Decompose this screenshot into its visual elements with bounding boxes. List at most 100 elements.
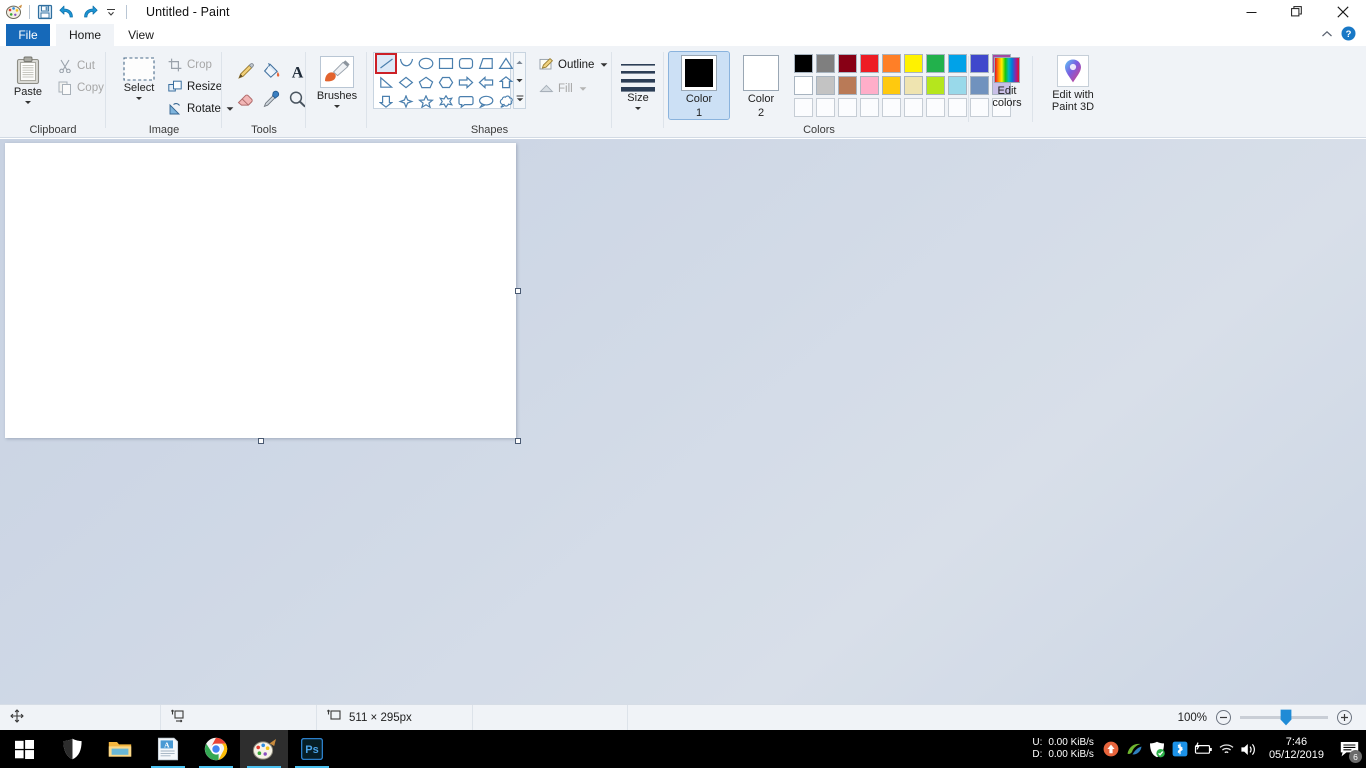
- size-button[interactable]: Size: [617, 56, 659, 110]
- shape-oval-callout[interactable]: [476, 92, 496, 111]
- color-swatch-r2-c5[interactable]: [882, 76, 901, 95]
- uploader-tray-icon[interactable]: [1100, 730, 1123, 768]
- undo-icon[interactable]: [57, 2, 77, 22]
- shape-hexagon[interactable]: [436, 73, 456, 92]
- bluetooth-tray-icon[interactable]: [1169, 730, 1192, 768]
- paste-dropdown-caret-icon[interactable]: [25, 101, 31, 104]
- color-swatch-r2-c6[interactable]: [904, 76, 923, 95]
- color-swatch-r1-c4[interactable]: [860, 54, 879, 73]
- collapse-ribbon-icon[interactable]: [1321, 28, 1333, 42]
- paint-button[interactable]: [240, 730, 288, 768]
- start-button[interactable]: [0, 730, 48, 768]
- outline-button[interactable]: Outline: [535, 54, 608, 75]
- close-button[interactable]: [1320, 0, 1366, 24]
- size-dropdown-caret-icon[interactable]: [635, 107, 641, 110]
- zoom-slider-track[interactable]: [1240, 709, 1328, 726]
- zoom-out-button[interactable]: [1216, 710, 1231, 725]
- paint-canvas[interactable]: [5, 143, 516, 438]
- battery-tray-icon[interactable]: [1192, 730, 1215, 768]
- color-swatch-r3-c6[interactable]: [904, 98, 923, 117]
- edit-with-paint3d-button[interactable]: Edit with Paint 3D: [1039, 51, 1107, 113]
- help-icon[interactable]: ?: [1341, 26, 1356, 44]
- brushes-button[interactable]: Brushes: [312, 52, 362, 108]
- zoom-slider-thumb[interactable]: [1280, 709, 1292, 726]
- color-swatch-r3-c2[interactable]: [816, 98, 835, 117]
- brushes-dropdown-caret-icon[interactable]: [334, 105, 340, 108]
- paste-button[interactable]: Paste: [8, 52, 48, 104]
- shape-right-arrow[interactable]: [456, 73, 476, 92]
- color-swatch-r2-c2[interactable]: [816, 76, 835, 95]
- pencil-tool-icon[interactable]: [232, 58, 258, 84]
- color-swatch-r1-c6[interactable]: [904, 54, 923, 73]
- maximize-restore-button[interactable]: [1274, 0, 1320, 24]
- shape-five-point-star[interactable]: [416, 92, 436, 111]
- shape-rectangle[interactable]: [436, 54, 456, 73]
- color-swatch-r3-c3[interactable]: [838, 98, 857, 117]
- resize-button[interactable]: Resize: [164, 76, 226, 97]
- windows-defender-button[interactable]: [48, 730, 96, 768]
- shape-right-triangle[interactable]: [476, 54, 496, 73]
- shape-rounded-callout[interactable]: [456, 92, 476, 111]
- outline-dropdown-caret-icon[interactable]: [600, 59, 608, 71]
- redo-icon[interactable]: [79, 2, 99, 22]
- color-swatch-r1-c5[interactable]: [882, 54, 901, 73]
- shape-left-arrow[interactable]: [476, 73, 496, 92]
- color-swatch-r1-c3[interactable]: [838, 54, 857, 73]
- color-swatch-r2-c1[interactable]: [794, 76, 813, 95]
- shape-six-point-star[interactable]: [436, 92, 456, 111]
- clock[interactable]: 7:46 05/12/2019: [1261, 730, 1332, 768]
- color-2-button[interactable]: Color 2: [731, 52, 791, 119]
- photoshop-button[interactable]: Ps: [288, 730, 336, 768]
- color-swatch-r3-c5[interactable]: [882, 98, 901, 117]
- nvidia-tray-icon[interactable]: [1123, 730, 1146, 768]
- shapes-scroll-controls[interactable]: [513, 52, 526, 109]
- shapes-scroll-down-icon[interactable]: [514, 71, 525, 89]
- canvas-handle-corner[interactable]: [515, 438, 521, 444]
- shape-diamond[interactable]: [396, 73, 416, 92]
- minimize-button[interactable]: [1228, 0, 1274, 24]
- color-swatch-r1-c2[interactable]: [816, 54, 835, 73]
- defender-tray-icon[interactable]: [1146, 730, 1169, 768]
- color-1-button[interactable]: Color 1: [668, 51, 730, 120]
- tab-view[interactable]: View: [116, 24, 166, 46]
- chrome-button[interactable]: [192, 730, 240, 768]
- file-explorer-button[interactable]: [96, 730, 144, 768]
- color-swatch-r1-c7[interactable]: [926, 54, 945, 73]
- action-center-button[interactable]: 6: [1332, 730, 1366, 768]
- shapes-gallery[interactable]: [373, 52, 514, 111]
- shape-rounded-rectangle[interactable]: [456, 54, 476, 73]
- select-dropdown-caret-icon[interactable]: [136, 97, 142, 100]
- volume-tray-icon[interactable]: [1238, 730, 1261, 768]
- color-palette[interactable]: [794, 54, 1013, 119]
- paint-app-icon[interactable]: [4, 2, 24, 22]
- shape-down-arrow[interactable]: [376, 92, 396, 111]
- tab-home[interactable]: Home: [56, 24, 114, 46]
- color-swatch-r2-c8[interactable]: [948, 76, 967, 95]
- shapes-scroll-up-icon[interactable]: [514, 53, 525, 71]
- wifi-tray-icon[interactable]: [1215, 730, 1238, 768]
- shapes-expand-gallery-icon[interactable]: [514, 89, 525, 107]
- canvas-handle-right[interactable]: [515, 288, 521, 294]
- tab-file[interactable]: File: [6, 24, 50, 46]
- color-swatch-r3-c8[interactable]: [948, 98, 967, 117]
- color-swatch-r1-c8[interactable]: [948, 54, 967, 73]
- shape-oval[interactable]: [416, 54, 436, 73]
- shape-pentagon[interactable]: [416, 73, 436, 92]
- network-speed-indicator[interactable]: U: D: 0.00 KiB/s 0.00 KiB/s: [1026, 737, 1100, 761]
- color-picker-tool-icon[interactable]: [258, 86, 284, 112]
- color-swatch-r2-c3[interactable]: [838, 76, 857, 95]
- color-swatch-r2-c7[interactable]: [926, 76, 945, 95]
- edit-colors-button[interactable]: Edit colors: [985, 53, 1029, 109]
- zoom-in-button[interactable]: [1337, 710, 1352, 725]
- shape-diagonal-line[interactable]: [376, 73, 396, 92]
- color-swatch-r1-c1[interactable]: [794, 54, 813, 73]
- canvas-handle-bottom[interactable]: [258, 438, 264, 444]
- shape-four-point-star[interactable]: [396, 92, 416, 111]
- shape-curve[interactable]: [396, 54, 416, 73]
- color-swatch-r2-c4[interactable]: [860, 76, 879, 95]
- color-swatch-r3-c1[interactable]: [794, 98, 813, 117]
- store-app-button[interactable]: A: [144, 730, 192, 768]
- customize-qat-icon[interactable]: [101, 2, 121, 22]
- canvas-work-area[interactable]: KERJAINDONESIA: [0, 139, 1366, 704]
- shape-line[interactable]: [375, 53, 397, 74]
